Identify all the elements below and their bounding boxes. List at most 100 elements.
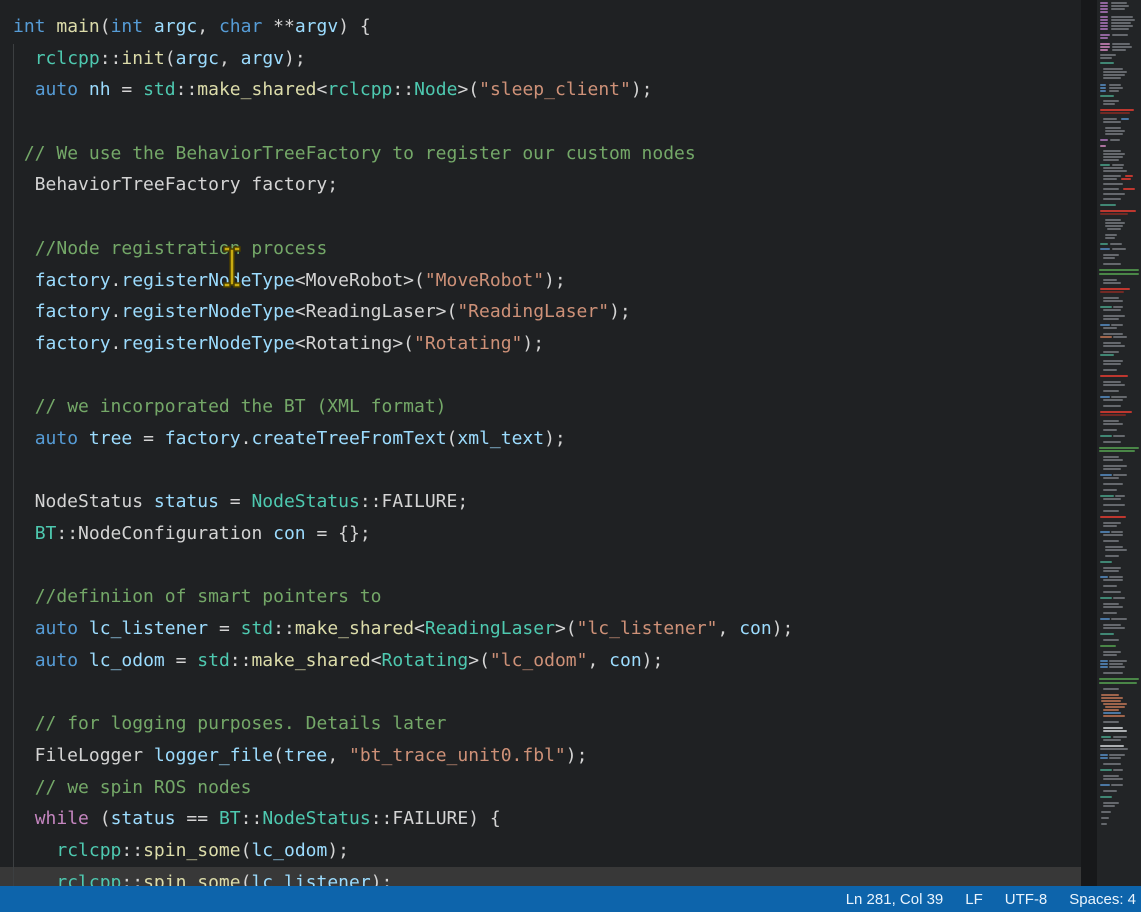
minimap-line: [1103, 489, 1117, 491]
minimap[interactable]: [1097, 0, 1141, 886]
minimap-line: [1103, 183, 1123, 185]
minimap-line: [1105, 127, 1121, 129]
minimap-line: [1103, 721, 1119, 723]
minimap-line: [1103, 167, 1123, 169]
code-editor-area[interactable]: int main(int argc, char **argv) { rclcpp…: [0, 0, 1081, 886]
status-encoding[interactable]: UTF-8: [1005, 891, 1048, 908]
minimap-line: [1103, 703, 1127, 705]
code-line[interactable]: [13, 201, 1081, 233]
minimap-line: [1103, 763, 1121, 765]
code-line[interactable]: // we spin ROS nodes: [13, 772, 1081, 804]
minimap-line: [1103, 727, 1123, 729]
minimap-line: [1113, 736, 1127, 738]
minimap-line: [1103, 254, 1119, 256]
minimap-line: [1100, 62, 1114, 64]
minimap-line: [1103, 606, 1123, 608]
minimap-line: [1113, 306, 1123, 308]
minimap-line: [1103, 775, 1119, 777]
code-line[interactable]: [13, 106, 1081, 138]
code-line[interactable]: //Node registration process: [13, 233, 1081, 265]
code-line[interactable]: [13, 455, 1081, 487]
minimap-line: [1109, 84, 1121, 86]
status-cursor-position[interactable]: Ln 281, Col 39: [846, 891, 944, 908]
minimap-line: [1100, 164, 1110, 166]
minimap-line: [1100, 561, 1112, 563]
minimap-line: [1103, 510, 1119, 512]
minimap-line: [1100, 354, 1114, 356]
minimap-line: [1100, 243, 1108, 245]
minimap-line: [1109, 660, 1127, 662]
minimap-line: [1103, 591, 1121, 593]
minimap-line: [1103, 156, 1123, 158]
minimap-line: [1100, 213, 1128, 215]
status-indentation[interactable]: Spaces: 4: [1069, 891, 1136, 908]
minimap-line: [1103, 483, 1123, 485]
code-line[interactable]: factory.registerNodeType<ReadingLaser>("…: [13, 296, 1081, 328]
minimap-line: [1100, 754, 1108, 756]
minimap-line: [1111, 8, 1125, 10]
minimap-line: [1100, 112, 1130, 114]
code-line[interactable]: auto lc_listener = std::make_shared<Read…: [13, 613, 1081, 645]
minimap-line: [1109, 757, 1121, 759]
minimap-line: [1103, 381, 1121, 383]
code-line[interactable]: [13, 360, 1081, 392]
minimap-line: [1111, 22, 1131, 24]
minimap-line: [1103, 297, 1119, 299]
code-line[interactable]: // for logging purposes. Details later: [13, 708, 1081, 740]
minimap-line: [1103, 739, 1121, 741]
minimap-line: [1100, 306, 1112, 308]
minimap-line: [1101, 697, 1123, 699]
code-line[interactable]: auto tree = factory.createTreeFromText(x…: [13, 423, 1081, 455]
code-line[interactable]: // We use the BehaviorTreeFactory to reg…: [13, 138, 1081, 170]
minimap-line: [1105, 133, 1123, 135]
minimap-line: [1111, 2, 1127, 4]
minimap-line: [1103, 263, 1121, 265]
code-line[interactable]: rclcpp::spin_some(lc_listener);: [13, 867, 1081, 886]
code-line[interactable]: while (status == BT::NodeStatus::FAILURE…: [13, 803, 1081, 835]
minimap-line: [1121, 118, 1129, 120]
code-line[interactable]: NodeStatus status = NodeStatus::FAILURE;: [13, 486, 1081, 518]
minimap-line: [1100, 660, 1108, 662]
minimap-line: [1123, 188, 1135, 190]
minimap-line: [1103, 612, 1117, 614]
code-line[interactable]: BehaviorTreeFactory factory;: [13, 169, 1081, 201]
code-line[interactable]: factory.registerNodeType<Rotating>("Rota…: [13, 328, 1081, 360]
minimap-line: [1101, 700, 1121, 702]
minimap-line: [1099, 678, 1139, 680]
code-line[interactable]: [13, 550, 1081, 582]
minimap-line: [1105, 234, 1117, 236]
minimap-line: [1103, 71, 1127, 73]
code-line[interactable]: [13, 676, 1081, 708]
code-line[interactable]: //definiion of smart pointers to: [13, 581, 1081, 613]
minimap-line: [1103, 360, 1123, 362]
minimap-line: [1101, 823, 1107, 825]
minimap-line: [1100, 748, 1128, 750]
code-line[interactable]: factory.registerNodeType<MoveRobot>("Mov…: [13, 265, 1081, 297]
code-line[interactable]: // we incorporated the BT (XML format): [13, 391, 1081, 423]
code-line[interactable]: auto nh = std::make_shared<rclcpp::Node>…: [13, 74, 1081, 106]
code-line[interactable]: rclcpp::init(argc, argv);: [13, 43, 1081, 75]
minimap-line: [1100, 336, 1112, 338]
minimap-line: [1113, 597, 1125, 599]
minimap-line: [1103, 100, 1119, 102]
minimap-line: [1100, 28, 1108, 30]
minimap-line: [1100, 645, 1116, 647]
minimap-line: [1100, 435, 1112, 437]
code-line[interactable]: int main(int argc, char **argv) {: [13, 11, 1081, 43]
status-eol-sequence[interactable]: LF: [965, 891, 983, 908]
minimap-line: [1103, 188, 1119, 190]
code-line[interactable]: FileLogger logger_file(tree, "bt_trace_u…: [13, 740, 1081, 772]
minimap-line: [1103, 805, 1115, 807]
code-line[interactable]: BT::NodeConfiguration con = {};: [13, 518, 1081, 550]
minimap-line: [1121, 178, 1131, 180]
code-line[interactable]: rclcpp::spin_some(lc_odom);: [13, 835, 1081, 867]
minimap-line: [1103, 624, 1121, 626]
minimap-line: [1113, 474, 1127, 476]
code-line[interactable]: auto lc_odom = std::make_shared<Rotating…: [13, 645, 1081, 677]
minimap-line: [1100, 495, 1114, 497]
minimap-line: [1100, 109, 1134, 111]
minimap-line: [1100, 745, 1124, 747]
minimap-line: [1100, 288, 1130, 290]
minimap-line: [1103, 121, 1121, 123]
minimap-line: [1103, 282, 1121, 284]
